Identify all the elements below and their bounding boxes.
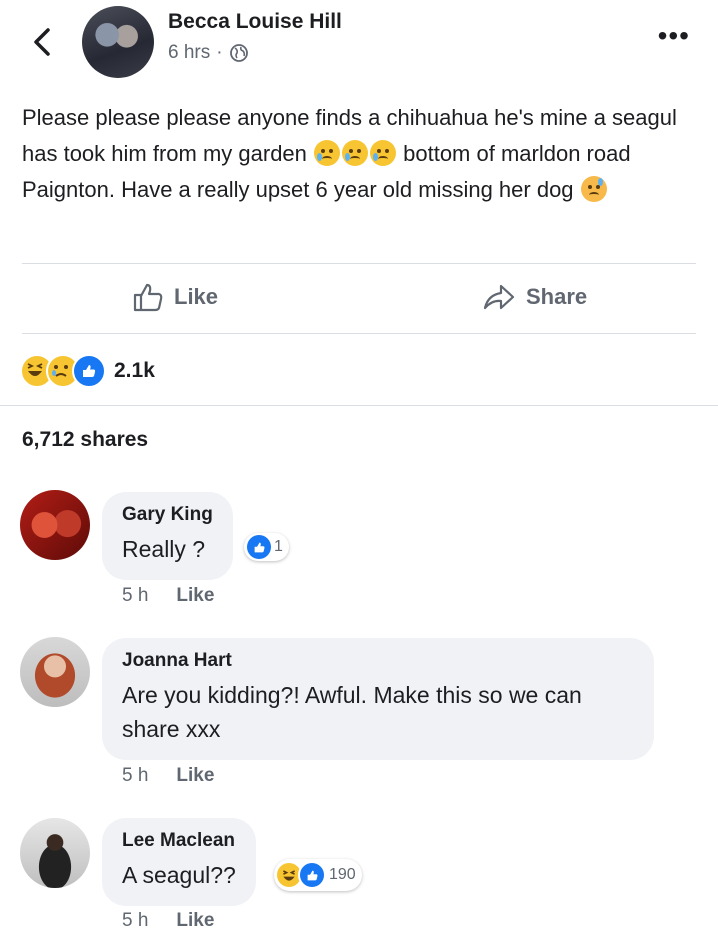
- comment-meta: 5 h Like: [122, 765, 214, 787]
- commenter-avatar[interactable]: [20, 818, 90, 888]
- chevron-left-icon: [34, 28, 50, 56]
- reaction-count: 190: [329, 866, 356, 883]
- reactions-summary[interactable]: 2.1k: [20, 354, 155, 388]
- commenter-avatar[interactable]: [20, 637, 90, 707]
- comment-time[interactable]: 5 h: [122, 765, 148, 787]
- comment-reaction-badge[interactable]: 190: [274, 859, 362, 891]
- commenter-avatar[interactable]: [20, 490, 90, 560]
- comment-bubble: Joanna Hart Are you kidding?! Awful. Mak…: [102, 638, 654, 760]
- share-label: Share: [526, 284, 588, 309]
- like-label: Like: [174, 284, 219, 309]
- share-arrow-icon: [483, 284, 515, 310]
- divider: [22, 333, 696, 334]
- more-dots-icon: •••: [657, 20, 690, 51]
- sad-sweat-face-icon: [580, 176, 607, 202]
- comment-text: A seagul??: [122, 862, 236, 888]
- share-button[interactable]: Share: [482, 282, 587, 312]
- comment-like-button[interactable]: Like: [176, 910, 214, 932]
- comment-meta: 5 h Like: [122, 910, 214, 932]
- divider: [0, 405, 718, 406]
- author-avatar[interactable]: [82, 6, 154, 78]
- comment-meta: 5 h Like: [122, 585, 214, 607]
- like-button[interactable]: Like: [132, 282, 218, 312]
- comment-text: Are you kidding?! Awful. Make this so we…: [122, 682, 582, 742]
- meta-separator: ·: [216, 42, 223, 63]
- crying-face-icon: [370, 140, 397, 166]
- thumbs-up-outline-icon: [133, 283, 163, 312]
- reaction-count: 2.1k: [114, 359, 155, 382]
- post-meta: 6 hrs ·: [168, 42, 249, 64]
- commenter-name[interactable]: Joanna Hart: [122, 650, 634, 672]
- crying-face-icon: [314, 140, 341, 166]
- comment-like-button[interactable]: Like: [176, 765, 214, 787]
- crying-face-icon: [342, 140, 369, 166]
- like-reaction-icon: [247, 535, 271, 559]
- commenter-name[interactable]: Lee Maclean: [122, 830, 236, 852]
- comment-time[interactable]: 5 h: [122, 585, 148, 607]
- like-reaction-icon: [298, 861, 326, 889]
- shares-count[interactable]: 6,712 shares: [22, 428, 148, 452]
- globe-icon: [229, 44, 248, 62]
- comment-time[interactable]: 5 h: [122, 910, 148, 932]
- reaction-count: 1: [274, 538, 283, 555]
- author-name[interactable]: Becca Louise Hill: [168, 10, 342, 34]
- back-button[interactable]: [28, 24, 58, 60]
- like-reaction-icon: [72, 354, 106, 388]
- post-time[interactable]: 6 hrs: [168, 42, 210, 64]
- comment-bubble: Gary King Really ?: [102, 492, 233, 580]
- comment-bubble: Lee Maclean A seagul??: [102, 818, 256, 906]
- commenter-name[interactable]: Gary King: [122, 504, 213, 526]
- comment-reaction-badge[interactable]: 1: [244, 533, 289, 561]
- divider: [22, 263, 696, 264]
- post-text: Please please please anyone finds a chih…: [22, 100, 698, 208]
- comment-text: Really ?: [122, 536, 206, 562]
- comment-like-button[interactable]: Like: [176, 585, 214, 607]
- more-options-button[interactable]: •••: [658, 22, 690, 50]
